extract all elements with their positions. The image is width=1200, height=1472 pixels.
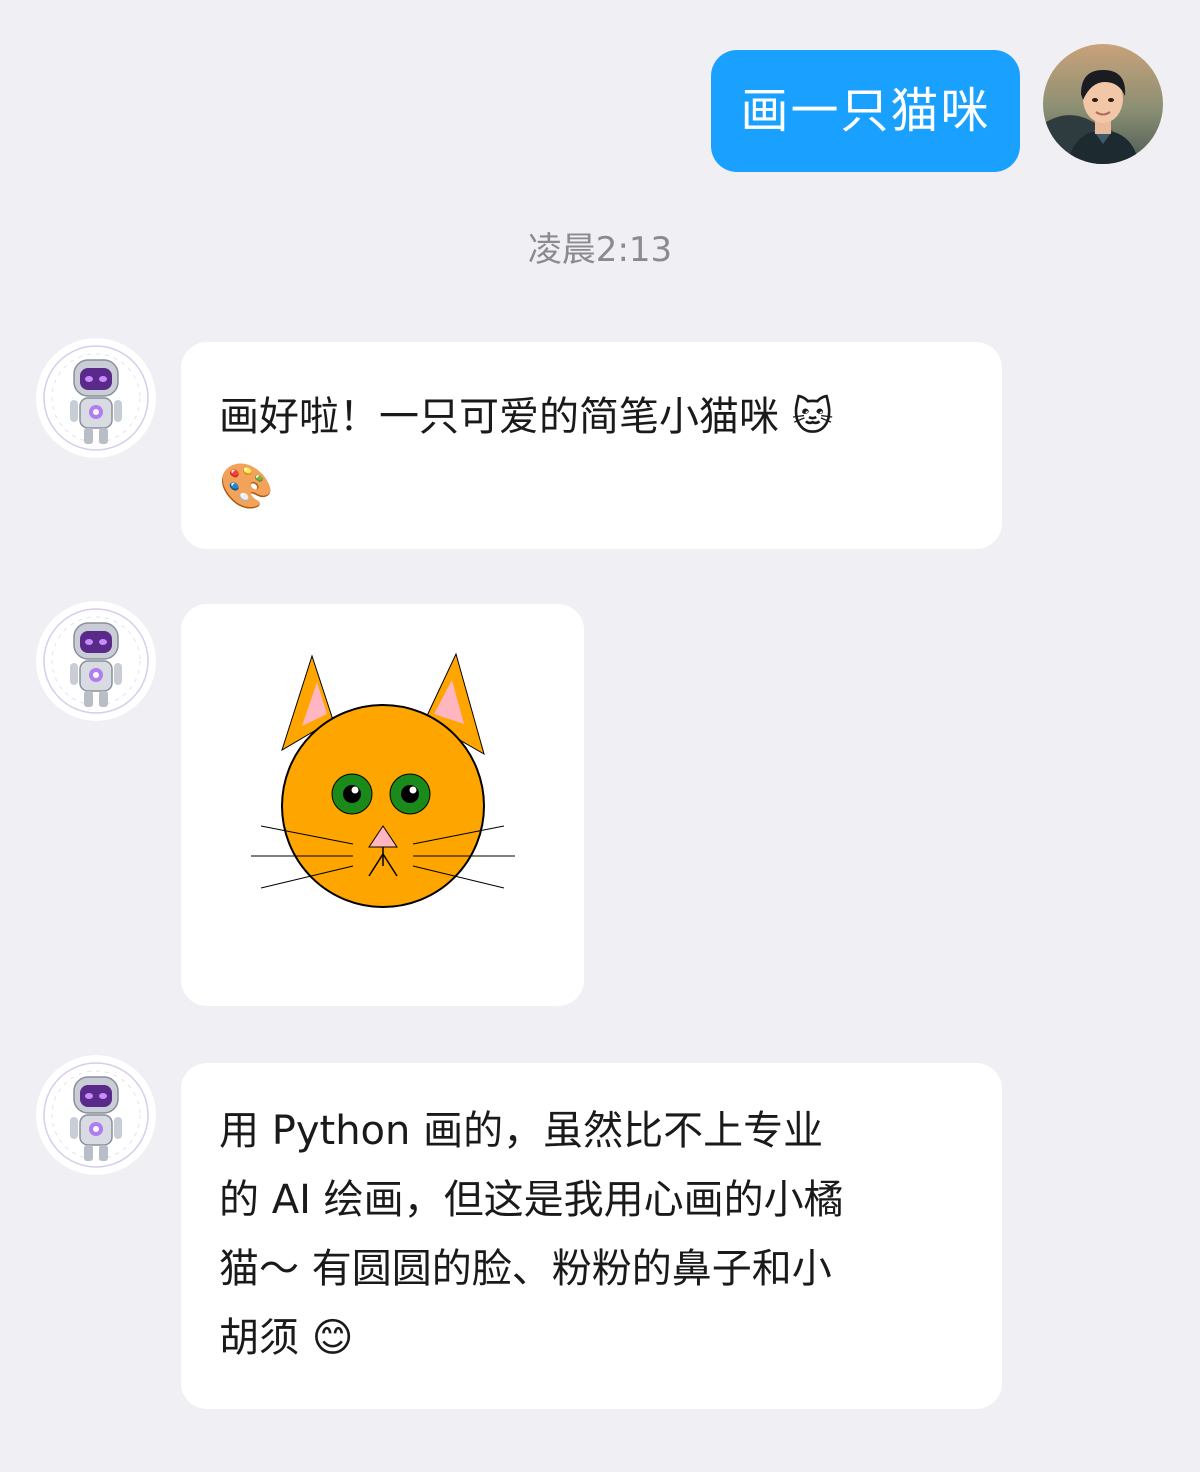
bot-message-bubble[interactable]: 用 Python 画的，虽然比不上专业 的 AI 绘画，但这是我用心画的小橘 猫… [181, 1063, 1002, 1409]
user-avatar[interactable] [1043, 44, 1163, 164]
cat-face [281, 704, 485, 908]
message-text: 的 AI 绘画，但这是我用心画的小橘 [219, 1177, 844, 1223]
bot-avatar[interactable] [36, 1055, 156, 1175]
cat-drawing-image[interactable] [181, 604, 584, 1006]
bot-image-message[interactable] [181, 604, 584, 1006]
robot-icon [36, 1055, 156, 1175]
bot-avatar[interactable] [36, 338, 156, 458]
message-text: 胡须 😊 [219, 1315, 354, 1361]
bot-message-bubble[interactable]: 画好啦！一只可爱的简笔小猫咪 🐱 🎨 [181, 342, 1002, 549]
robot-icon [36, 338, 156, 458]
bot-avatar[interactable] [36, 601, 156, 721]
user-avatar-image [1043, 44, 1163, 164]
message-timestamp: 凌晨2:13 [527, 230, 673, 270]
user-message-bubble[interactable]: 画一只猫咪 [711, 50, 1020, 172]
message-text: 猫～ 有圆圆的脸、粉粉的鼻子和小 [219, 1246, 832, 1292]
message-text: 画好啦！一只可爱的简笔小猫咪 🐱 [219, 394, 834, 440]
robot-icon [36, 601, 156, 721]
message-text: 🎨 [219, 461, 274, 512]
message-text: 用 Python 画的，虽然比不上专业 [219, 1108, 824, 1154]
